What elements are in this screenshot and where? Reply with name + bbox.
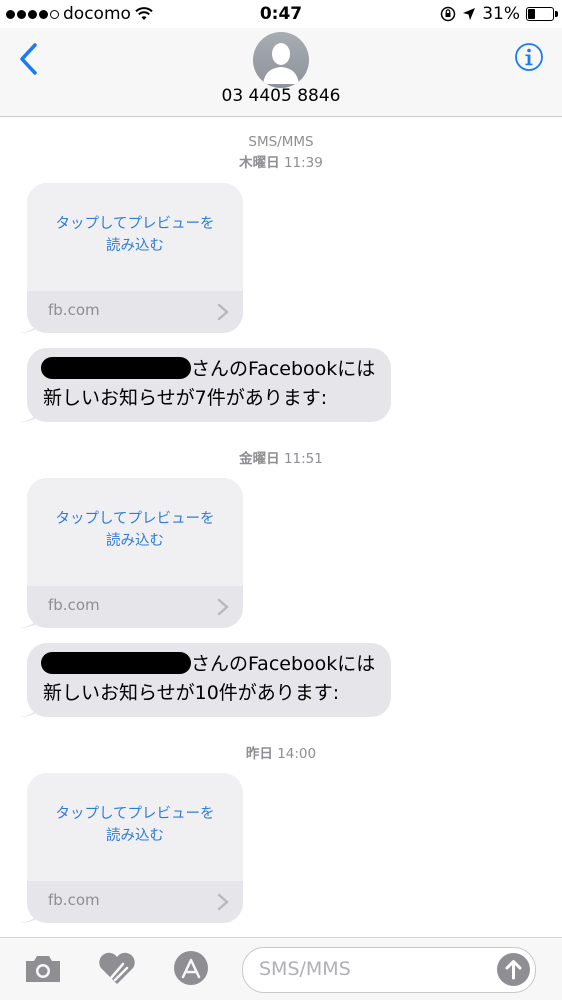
battery-icon: [526, 7, 558, 21]
link-domain: fb.com: [48, 596, 100, 614]
chevron-right-icon: [217, 893, 229, 911]
timestamp: 金曜日 11:51: [239, 451, 323, 467]
chevron-right-icon: [217, 598, 229, 616]
app-store-icon[interactable]: [170, 948, 212, 988]
send-arrow-icon: [505, 960, 522, 980]
chevron-right-icon: [217, 303, 229, 321]
message-bubble[interactable]: さんのFacebookには 新しいお知らせが7件があります:: [20, 348, 392, 422]
orientation-lock-icon: [440, 6, 456, 22]
link-domain: fb.com: [48, 301, 100, 319]
person-silhouette-icon: [263, 43, 299, 84]
send-button[interactable]: [497, 953, 530, 986]
contact-number[interactable]: 03 4405 8846: [0, 86, 562, 106]
timestamp: 木曜日 11:39: [239, 155, 323, 171]
camera-icon[interactable]: [22, 948, 64, 988]
location-arrow-icon: [463, 8, 476, 20]
digital-touch-icon[interactable]: [96, 948, 138, 988]
message-input-placeholder: SMS/MMS: [259, 958, 351, 980]
info-icon[interactable]: [514, 42, 544, 72]
compose-bar: SMS/MMS: [0, 937, 562, 1000]
tap-to-load-preview: タップしてプレビューを 読み込む: [55, 806, 215, 844]
link-domain: fb.com: [48, 891, 100, 909]
tap-to-load-preview: タップしてプレビューを 読み込む: [55, 511, 215, 549]
message-input[interactable]: SMS/MMS: [242, 947, 536, 993]
conversation-header: 03 4405 8846: [0, 28, 562, 117]
message-bubble[interactable]: さんのFacebookには 新しいお知らせが10件があります:: [20, 643, 392, 717]
battery-percent: 31%: [482, 4, 520, 24]
link-preview-bubble[interactable]: タップしてプレビューを 読み込む fb.com: [20, 478, 243, 628]
redacted-name: [41, 357, 191, 379]
redacted-name: [41, 652, 191, 674]
contact-avatar[interactable]: [253, 32, 309, 88]
link-preview-bubble[interactable]: タップしてプレビューを 読み込む fb.com: [20, 183, 243, 333]
back-chevron-icon[interactable]: [14, 42, 44, 76]
status-bar: docomo 0:47 31%: [0, 0, 562, 28]
tap-to-load-preview: タップしてプレビューを 読み込む: [55, 216, 215, 254]
service-label: SMS/MMS: [248, 134, 314, 150]
link-preview-bubble[interactable]: タップしてプレビューを 読み込む fb.com: [20, 773, 243, 923]
timestamp: 昨日 14:00: [245, 746, 317, 762]
